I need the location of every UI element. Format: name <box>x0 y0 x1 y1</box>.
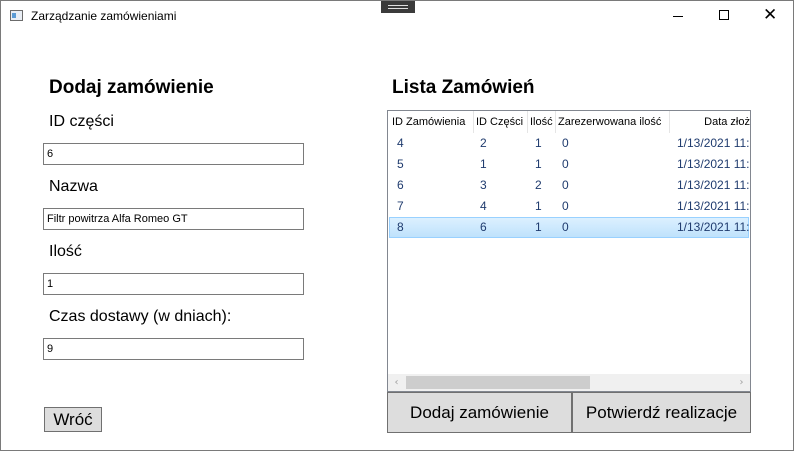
delivery-time-input[interactable]: 9 <box>43 338 304 360</box>
column-header-date[interactable]: Data złoż <box>670 111 750 133</box>
cell-part-id: 6 <box>480 220 487 234</box>
table-row-selected[interactable]: 8 6 1 0 1/13/2021 11: <box>389 217 750 238</box>
app-window: Zarządzanie zamówieniami ✕ Dodaj zamówie… <box>0 0 794 451</box>
part-id-label: ID części <box>49 113 114 130</box>
cell-part-id: 4 <box>480 199 487 213</box>
drag-grip-icon[interactable] <box>381 1 415 13</box>
app-window-icon <box>10 10 23 21</box>
cell-date: 1/13/2021 11: <box>677 136 750 150</box>
scroll-right-icon[interactable]: › <box>733 374 750 391</box>
horizontal-scrollbar[interactable]: ‹ › <box>388 374 750 391</box>
cell-date: 1/13/2021 11: <box>677 157 750 171</box>
cell-reserved: 0 <box>562 157 569 171</box>
cell-quantity: 1 <box>535 157 542 171</box>
cell-reserved: 0 <box>562 199 569 213</box>
add-order-button[interactable]: Dodaj zamówienie <box>387 392 572 433</box>
cell-reserved: 0 <box>562 136 569 150</box>
part-id-input[interactable]: 6 <box>43 143 304 165</box>
title-bar[interactable]: Zarządzanie zamówieniami ✕ <box>1 1 793 31</box>
scroll-left-icon[interactable]: ‹ <box>388 374 405 391</box>
cell-order-id: 7 <box>397 199 404 213</box>
quantity-label: Ilość <box>49 243 82 260</box>
cell-part-id: 2 <box>480 136 487 150</box>
cell-quantity: 1 <box>535 220 542 234</box>
cell-order-id: 6 <box>397 178 404 192</box>
column-header-quantity[interactable]: Ilość <box>528 111 556 133</box>
delivery-time-label: Czas dostawy (w dniach): <box>49 308 232 325</box>
minimize-button[interactable] <box>655 1 701 31</box>
cell-reserved: 0 <box>562 178 569 192</box>
close-icon: ✕ <box>763 5 778 25</box>
scrollbar-thumb[interactable] <box>406 376 590 389</box>
cell-quantity: 1 <box>535 136 542 150</box>
orders-list-heading: Lista Zamówień <box>392 77 535 98</box>
window-title: Zarządzanie zamówieniami <box>31 9 177 23</box>
column-header-reserved[interactable]: Zarezerwowana ilość <box>556 111 670 133</box>
column-header-part-id[interactable]: ID Części <box>474 111 528 133</box>
cell-order-id: 8 <box>397 220 404 234</box>
cell-date: 1/13/2021 11: <box>677 178 750 192</box>
cell-quantity: 1 <box>535 199 542 213</box>
cell-order-id: 4 <box>397 136 404 150</box>
minimize-icon <box>673 16 683 17</box>
table-row[interactable]: 5 1 1 0 1/13/2021 11: <box>389 154 750 175</box>
add-order-heading: Dodaj zamówienie <box>49 77 214 98</box>
cell-reserved: 0 <box>562 220 569 234</box>
name-label: Nazwa <box>49 178 98 195</box>
close-button[interactable]: ✕ <box>747 1 793 31</box>
name-input[interactable]: Filtr powitrza Alfa Romeo GT <box>43 208 304 230</box>
confirm-fulfillment-button[interactable]: Potwierdź realizacje <box>572 392 751 433</box>
back-button[interactable]: Wróć <box>44 407 102 432</box>
orders-list-view[interactable]: ID Zamówienia ID Części Ilość Zarezerwow… <box>387 110 751 392</box>
cell-date: 1/13/2021 11: <box>677 199 750 213</box>
cell-date: 1/13/2021 11: <box>677 220 750 234</box>
table-row[interactable]: 6 3 2 0 1/13/2021 11: <box>389 175 750 196</box>
maximize-icon <box>719 10 729 20</box>
cell-part-id: 1 <box>480 157 487 171</box>
cell-quantity: 2 <box>535 178 542 192</box>
cell-order-id: 5 <box>397 157 404 171</box>
cell-part-id: 3 <box>480 178 487 192</box>
orders-list-header: ID Zamówienia ID Części Ilość Zarezerwow… <box>388 111 750 133</box>
table-row[interactable]: 7 4 1 0 1/13/2021 11: <box>389 196 750 217</box>
column-header-order-id[interactable]: ID Zamówienia <box>392 111 474 133</box>
table-row[interactable]: 4 2 1 0 1/13/2021 11: <box>389 133 750 154</box>
quantity-input[interactable]: 1 <box>43 273 304 295</box>
maximize-button[interactable] <box>701 1 747 31</box>
